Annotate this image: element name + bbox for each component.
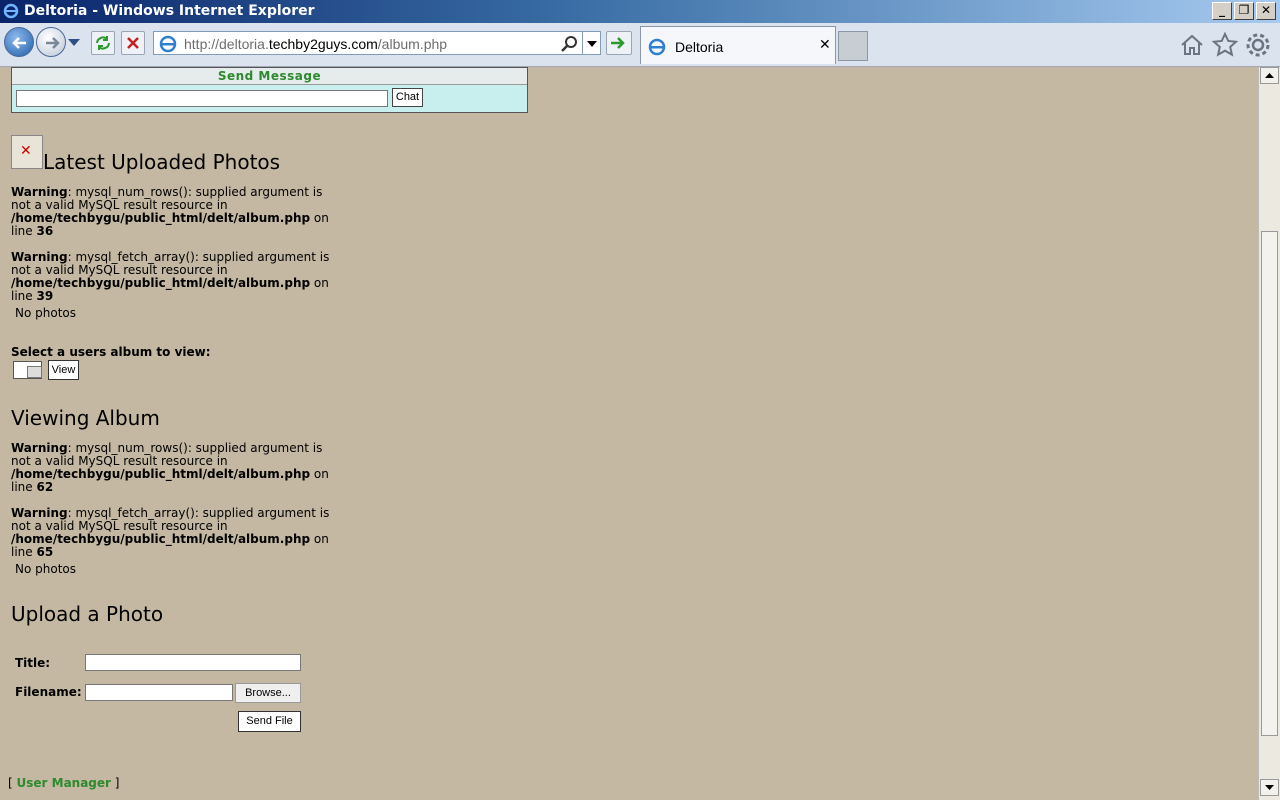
scroll-down-button[interactable]	[1260, 779, 1279, 796]
view-button[interactable]: View	[48, 360, 79, 380]
warning-message: Warning: mysql_num_rows(): supplied argu…	[11, 185, 329, 238]
restore-button[interactable]: ❐	[1234, 2, 1254, 20]
chat-input[interactable]	[16, 90, 388, 107]
window-titlebar: Deltoria - Windows Internet Explorer _ ❐…	[0, 0, 1280, 23]
forward-button[interactable]	[36, 27, 66, 57]
ie-tab-icon	[648, 38, 666, 56]
warning-message: Warning: mysql_fetch_array(): supplied a…	[11, 250, 330, 303]
chat-box: Send Message Chat	[11, 67, 528, 113]
title-input[interactable]	[85, 654, 301, 671]
tab-close-icon[interactable]: ✕	[819, 37, 831, 53]
scroll-up-icon	[1265, 73, 1274, 78]
album-select[interactable]	[13, 361, 42, 379]
user-manager-link[interactable]: User Manager	[17, 776, 111, 790]
go-arrow-icon	[611, 37, 625, 49]
address-url: http://deltoria.techby2guys.com/album.ph…	[184, 36, 448, 52]
viewing-album-heading: Viewing Album	[11, 406, 160, 430]
chat-button[interactable]: Chat	[392, 88, 423, 107]
minimize-button[interactable]: _	[1212, 2, 1232, 20]
footer: [ User Manager ]	[8, 776, 120, 790]
send-file-button[interactable]: Send File	[238, 711, 301, 732]
warning-message: Warning: mysql_num_rows(): supplied argu…	[11, 441, 329, 494]
new-tab-button[interactable]	[838, 31, 868, 61]
broken-image-icon	[11, 135, 43, 169]
arrow-left-icon	[12, 37, 26, 49]
scroll-up-button[interactable]	[1260, 67, 1279, 84]
refresh-icon	[96, 36, 110, 50]
select-album-label: Select a users album to view:	[11, 345, 211, 359]
home-icon[interactable]	[1178, 31, 1206, 59]
tab-label: Deltoria	[675, 39, 724, 55]
vertical-scrollbar[interactable]	[1258, 67, 1280, 800]
stop-icon	[127, 37, 139, 49]
favorites-star-icon[interactable]	[1211, 31, 1239, 59]
chat-header: Send Message	[12, 68, 527, 85]
page-content: Send Message Chat Latest Uploaded Photos…	[0, 67, 1258, 800]
history-dropdown-icon[interactable]	[68, 39, 80, 46]
arrow-right-icon	[46, 37, 60, 49]
ie-app-icon	[3, 3, 19, 19]
title-label: Title:	[15, 656, 51, 670]
stop-button[interactable]	[121, 31, 145, 55]
search-icon[interactable]	[560, 34, 580, 54]
go-button[interactable]	[606, 31, 632, 55]
tab-deltoria[interactable]: Deltoria ✕	[640, 26, 836, 64]
no-photos-text: No photos	[15, 306, 76, 320]
scroll-down-icon	[1265, 785, 1274, 790]
ie-page-icon	[159, 35, 177, 53]
upload-photo-heading: Upload a Photo	[11, 602, 164, 626]
latest-photos-heading: Latest Uploaded Photos	[43, 150, 281, 174]
address-bar[interactable]: http://deltoria.techby2guys.com/album.ph…	[153, 31, 601, 55]
browser-toolbar: http://deltoria.techby2guys.com/album.ph…	[0, 23, 1280, 67]
browse-button[interactable]: Browse...	[235, 683, 301, 703]
close-window-button[interactable]: ✕	[1256, 2, 1276, 20]
no-photos-text: No photos	[15, 562, 76, 576]
refresh-button[interactable]	[91, 31, 115, 55]
filename-label: Filename:	[15, 685, 82, 699]
warning-message: Warning: mysql_fetch_array(): supplied a…	[11, 506, 330, 559]
filename-input[interactable]	[85, 684, 233, 701]
scroll-thumb[interactable]	[1261, 231, 1278, 736]
address-dropdown[interactable]	[582, 32, 600, 54]
back-button[interactable]	[4, 27, 34, 57]
window-title: Deltoria - Windows Internet Explorer	[24, 3, 315, 19]
gear-icon[interactable]	[1244, 31, 1272, 59]
